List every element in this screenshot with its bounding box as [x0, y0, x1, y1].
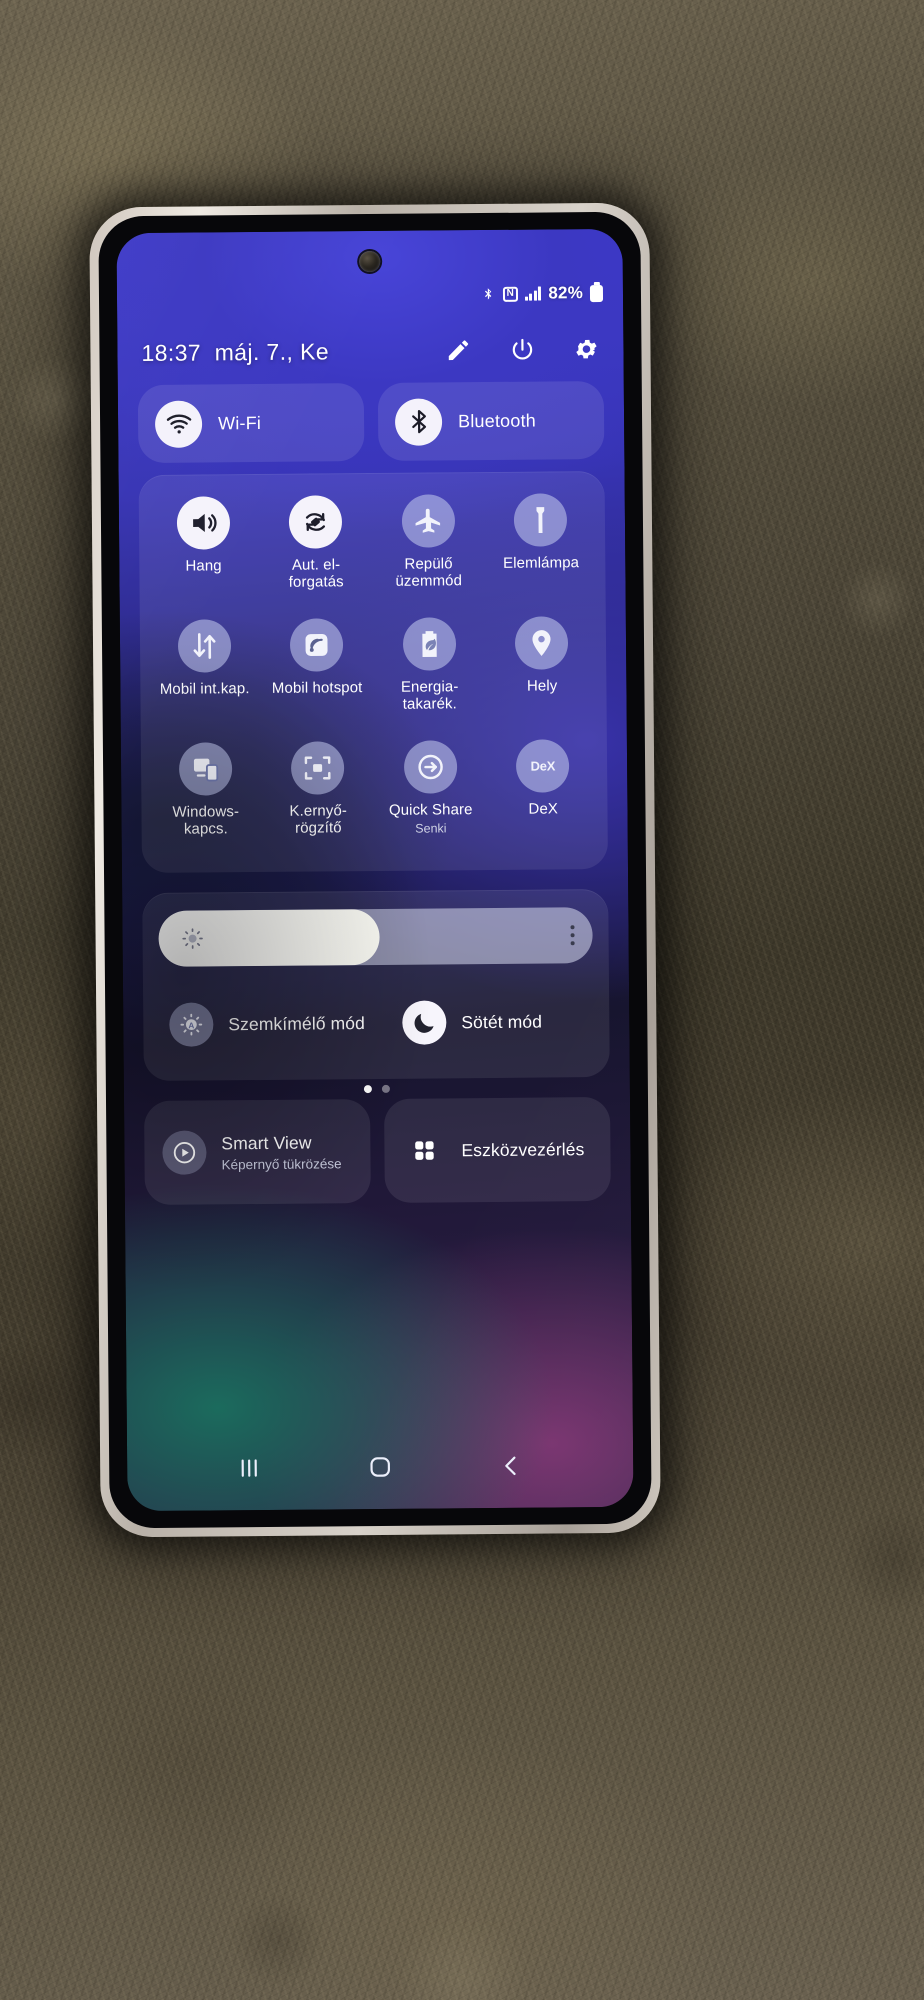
device-control-text: Eszközvezérlés [461, 1139, 584, 1161]
hotspot-icon [290, 618, 344, 672]
mode-dark-label: Sötét mód [461, 1011, 543, 1032]
tile-mobile-hotspot-label: Mobil hotspot [271, 679, 363, 697]
tile-dex[interactable]: DeX DeX [486, 739, 600, 863]
tile-wifi[interactable]: Wi-Fi [137, 383, 365, 464]
pill-tile-row: Wi-Fi Bluetooth [137, 380, 605, 464]
tile-screen-recorder-label: K.ernyő-rögzítő [289, 802, 348, 837]
device-control-title: Eszközvezérlés [461, 1138, 585, 1160]
tile-sound[interactable]: Hang [147, 496, 261, 620]
bluetooth-icon [481, 285, 496, 302]
phone-device: N 82% 18:37 máj. 7., Ke Wi-Fi Bluetooth … [89, 202, 661, 1538]
quick-settings-grid-panel: Hang Aut. el-forgatás Repülő üzemmód Ele… [138, 470, 608, 1094]
brightness-sun-icon [180, 926, 204, 950]
tile-quick-share-label: Quick Share [388, 801, 473, 819]
windows-link-icon [178, 742, 233, 796]
tile-mobile-hotspot[interactable]: Mobil hotspot [260, 618, 374, 742]
tile-auto-rotate[interactable]: Aut. el-forgatás [259, 495, 373, 619]
bluetooth-icon [394, 397, 443, 446]
battery-percent-label: 82% [548, 283, 584, 303]
tile-mobile-data[interactable]: Mobil int.kap. [148, 619, 262, 743]
nfc-icon: N [502, 286, 518, 302]
tile-bluetooth-label: Bluetooth [457, 410, 537, 431]
home-icon[interactable] [367, 1454, 393, 1480]
tile-power-saving[interactable]: Energia-takarék. [373, 617, 487, 741]
eye-comfort-icon: A [169, 1002, 214, 1047]
panel-smart-view[interactable]: Smart View Képernyő tükrözése [144, 1099, 371, 1206]
nfc-glyph: N [506, 287, 515, 299]
photo-scene: N 82% 18:37 máj. 7., Ke Wi-Fi Bluetooth … [0, 0, 924, 2000]
more-options-icon[interactable] [570, 925, 575, 946]
display-mode-row: A Szemkímélő mód Sötét mód [143, 981, 610, 1065]
grid-page-indicator[interactable] [144, 1083, 610, 1095]
tile-mobile-data-label: Mobil int.kap. [159, 680, 250, 698]
navigation-bar [127, 1437, 633, 1497]
clock-date: 18:37 máj. 7., Ke [141, 338, 329, 367]
screen-record-icon [291, 741, 345, 795]
wifi-icon [154, 399, 203, 448]
mode-eye-comfort[interactable]: A Szemkímélő mód [143, 983, 377, 1065]
tile-power-saving-label: Energia-takarék. [400, 678, 459, 713]
brightness-panel: A Szemkímélő mód Sötét mód [142, 888, 610, 1082]
smart-view-text: Smart View Képernyő tükrözése [221, 1132, 341, 1172]
power-saving-icon [402, 617, 457, 671]
page-dot-2[interactable] [381, 1084, 390, 1093]
quick-settings-grid: Hang Aut. el-forgatás Repülő üzemmód Ele… [139, 471, 608, 873]
edit-pencil-icon[interactable] [445, 337, 471, 363]
dex-icon: DeX [516, 739, 570, 793]
tile-location-label: Hely [526, 677, 558, 695]
brightness-slider[interactable] [158, 907, 593, 967]
tile-flashlight[interactable]: Elemlámpa [484, 493, 598, 617]
back-icon[interactable] [498, 1453, 524, 1479]
smart-view-subtitle: Képernyő tükrözése [221, 1155, 342, 1172]
tile-dex-label: DeX [528, 800, 559, 818]
tile-location[interactable]: Hely [485, 616, 599, 740]
bottom-panel-row: Smart View Képernyő tükrözése Eszközvezé… [144, 1096, 611, 1206]
battery-icon [589, 284, 604, 302]
tile-quick-share[interactable]: Quick Share Senki [374, 740, 488, 864]
signal-bars-icon [524, 286, 542, 301]
tile-wifi-label: Wi-Fi [218, 412, 262, 433]
tile-sound-label: Hang [185, 557, 222, 575]
airplane-icon [401, 494, 455, 548]
settings-gear-icon[interactable] [573, 336, 599, 362]
tile-auto-rotate-label: Aut. el-forgatás [288, 556, 344, 591]
tile-quick-share-sublabel: Senki [415, 821, 447, 836]
flashlight-icon [513, 493, 568, 547]
panel-device-control[interactable]: Eszközvezérlés [383, 1096, 611, 1203]
smart-view-icon [162, 1130, 207, 1175]
tile-windows-link-label: Windows-kapcs. [172, 803, 240, 838]
mode-dark[interactable]: Sötét mód [376, 981, 610, 1063]
device-control-icon [402, 1128, 446, 1172]
tile-flashlight-label: Elemlámpa [503, 554, 580, 572]
tile-airplane-mode-label: Repülő üzemmód [395, 555, 463, 590]
dark-mode-moon-icon [402, 1000, 447, 1045]
status-bar: N 82% [481, 283, 604, 304]
clock-date-text: máj. 7., Ke [214, 337, 330, 365]
page-dot-1[interactable] [363, 1085, 372, 1094]
tile-screen-recorder[interactable]: K.ernyő-rögzítő [261, 741, 375, 865]
mode-eye-comfort-label: Szemkímélő mód [228, 1012, 366, 1034]
front-camera-punchhole [359, 250, 381, 273]
smart-view-title: Smart View [221, 1132, 312, 1153]
tile-windows-link[interactable]: Windows-kapcs. [149, 742, 263, 866]
dex-glyph: DeX [530, 758, 556, 774]
tile-airplane-mode[interactable]: Repülő üzemmód [372, 494, 486, 618]
recents-icon[interactable] [236, 1455, 262, 1481]
location-pin-icon [515, 616, 569, 670]
header-actions [445, 336, 599, 363]
tile-bluetooth[interactable]: Bluetooth [377, 380, 605, 461]
quick-share-icon [403, 740, 458, 794]
clock-time: 18:37 [141, 338, 202, 366]
power-icon[interactable] [509, 337, 535, 363]
phone-screen: N 82% 18:37 máj. 7., Ke Wi-Fi Bluetooth … [116, 228, 634, 1512]
svg-text:A: A [188, 1021, 194, 1030]
sound-icon [176, 496, 230, 550]
mobile-data-icon [177, 619, 232, 673]
auto-rotate-icon [288, 495, 343, 549]
quick-settings-header: 18:37 máj. 7., Ke [117, 329, 623, 373]
phone-bezel: N 82% 18:37 máj. 7., Ke Wi-Fi Bluetooth … [98, 211, 652, 1529]
